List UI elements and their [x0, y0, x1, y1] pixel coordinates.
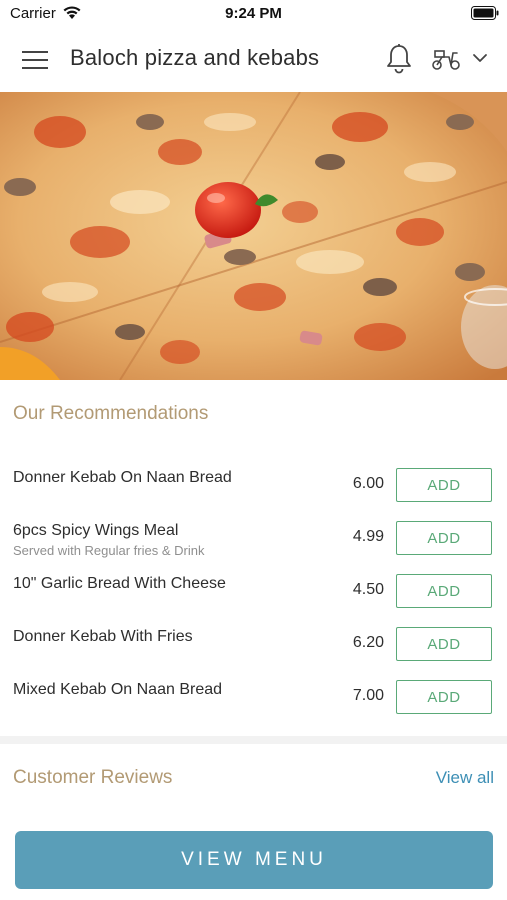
view-all-link[interactable]: View all	[436, 768, 494, 788]
page-title: Baloch pizza and kebabs	[70, 45, 320, 70]
list-item: Mixed Kebab On Naan Bread 7.00 ADD	[0, 667, 507, 719]
item-name: 6pcs Spicy Wings Meal	[13, 522, 179, 539]
status-time: 9:24 PM	[225, 5, 282, 22]
item-name: Mixed Kebab On Naan Bread	[13, 681, 223, 698]
app-header: Baloch pizza and kebabs	[0, 28, 507, 92]
item-price: 6.20	[352, 634, 384, 651]
list-item: 6pcs Spicy Wings Meal Served with Regula…	[0, 508, 507, 560]
add-button[interactable]: ADD	[396, 574, 492, 608]
view-menu-button[interactable]: VIEW MENU	[15, 831, 493, 889]
recommendations-title: Our Recommendations	[13, 403, 209, 424]
add-button[interactable]: ADD	[396, 627, 492, 661]
chevron-down-icon[interactable]	[472, 53, 488, 63]
item-price: 4.99	[352, 528, 384, 545]
item-name: Donner Kebab With Fries	[13, 628, 193, 645]
item-name: 10" Garlic Bread With Cheese	[13, 575, 226, 592]
item-description: Served with Regular fries & Drink	[13, 543, 205, 558]
hero-image	[0, 92, 507, 380]
add-button[interactable]: ADD	[396, 468, 492, 502]
item-price: 4.50	[352, 581, 384, 598]
list-item: 10" Garlic Bread With Cheese 4.50 ADD	[0, 561, 507, 613]
section-divider	[0, 736, 507, 744]
menu-icon[interactable]	[22, 49, 48, 71]
add-button[interactable]: ADD	[396, 680, 492, 714]
reviews-title: Customer Reviews	[13, 767, 173, 788]
list-item: Donner Kebab On Naan Bread 6.00 ADD	[0, 455, 507, 507]
add-button[interactable]: ADD	[396, 521, 492, 555]
item-price: 7.00	[352, 687, 384, 704]
bell-icon[interactable]	[385, 43, 413, 75]
item-name: Donner Kebab On Naan Bread	[13, 469, 232, 486]
scooter-icon[interactable]	[431, 47, 461, 71]
status-bar: Carrier 9:24 PM	[0, 0, 507, 28]
item-price: 6.00	[352, 475, 384, 492]
list-item: Donner Kebab With Fries 6.20 ADD	[0, 614, 507, 666]
pizza-photo	[0, 92, 507, 380]
battery-icon	[471, 6, 499, 20]
